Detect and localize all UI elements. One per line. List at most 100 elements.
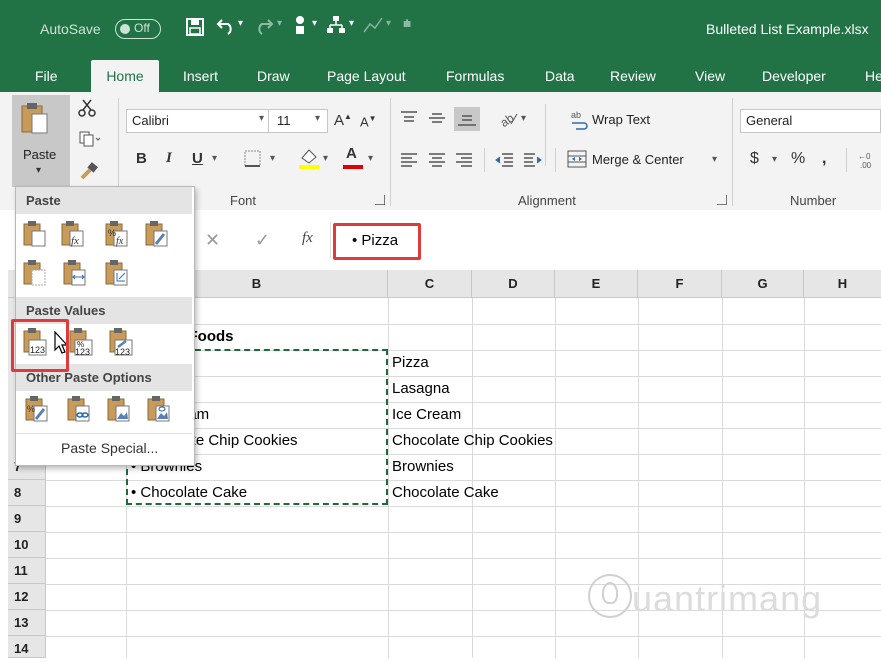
paste-picture-icon[interactable]: [106, 395, 132, 423]
fill-color-icon[interactable]: [298, 146, 320, 170]
font-size-select[interactable]: 11 ▾: [268, 109, 328, 133]
tab-draw[interactable]: Draw: [257, 60, 290, 92]
touch-mode-icon[interactable]: [290, 14, 310, 36]
cell-c6[interactable]: Chocolate Chip Cookies: [392, 428, 553, 454]
middle-align-icon[interactable]: [428, 110, 446, 126]
orientation-dropdown-icon[interactable]: ▾: [521, 113, 526, 124]
cell-c8[interactable]: Chocolate Cake: [392, 480, 499, 506]
align-left-icon[interactable]: [400, 152, 418, 168]
org-chart-icon[interactable]: [325, 14, 347, 36]
paste-formulas-number-format-icon[interactable]: % fx: [104, 220, 130, 248]
row-header-13[interactable]: 13: [8, 610, 46, 636]
paste-button[interactable]: Paste ▾: [12, 95, 70, 187]
orientation-icon[interactable]: ab: [497, 108, 519, 130]
cut-icon[interactable]: [76, 98, 98, 118]
redo-icon[interactable]: [252, 16, 274, 36]
paste-linked-picture-icon[interactable]: [146, 395, 172, 423]
cell-c4[interactable]: Lasagna: [392, 376, 450, 402]
save-icon[interactable]: [186, 18, 204, 36]
org-dropdown-icon[interactable]: ▾: [349, 18, 354, 29]
number-format-select[interactable]: General: [740, 109, 881, 133]
underline-dropdown-icon[interactable]: ▾: [212, 153, 217, 164]
keep-source-formatting-icon[interactable]: [144, 220, 170, 248]
bottom-align-icon[interactable]: [454, 107, 480, 131]
paste-special-item[interactable]: Paste Special...: [61, 440, 158, 456]
tab-page-layout[interactable]: Page Layout: [327, 60, 406, 92]
undo-icon[interactable]: [216, 16, 238, 36]
format-painter-icon[interactable]: [78, 160, 100, 182]
tab-developer[interactable]: Developer: [762, 60, 826, 92]
row-header-9[interactable]: 9: [8, 506, 46, 532]
italic-icon[interactable]: I: [166, 150, 172, 167]
merge-center-label[interactable]: Merge & Center: [592, 152, 684, 167]
paste-formulas-icon[interactable]: fx: [60, 220, 86, 248]
decrease-font-size-icon[interactable]: A▼: [360, 114, 377, 129]
insert-function-icon[interactable]: fx: [302, 230, 313, 247]
cancel-icon[interactable]: ✕: [205, 230, 220, 251]
tab-file[interactable]: File: [35, 60, 58, 92]
increase-font-size-icon[interactable]: A▲: [334, 112, 352, 129]
currency-icon[interactable]: $: [750, 150, 759, 168]
row-header-11[interactable]: 11: [8, 558, 46, 584]
font-name-select[interactable]: Calibri ▾: [126, 109, 270, 133]
row-header-10[interactable]: 10: [8, 532, 46, 558]
top-align-icon[interactable]: [400, 110, 418, 126]
undo-dropdown-icon[interactable]: ▾: [238, 18, 243, 29]
currency-dropdown-icon[interactable]: ▾: [772, 154, 777, 165]
comma-style-icon[interactable]: ,: [822, 150, 826, 168]
tab-data[interactable]: Data: [545, 60, 575, 92]
cell-c7[interactable]: Brownies: [392, 454, 454, 480]
wrap-text-icon[interactable]: ab: [570, 109, 588, 131]
tab-view[interactable]: View: [695, 60, 725, 92]
row-header-12[interactable]: 12: [8, 584, 46, 610]
font-dialog-launcher[interactable]: [375, 195, 385, 205]
row-header-8[interactable]: 8: [8, 480, 46, 506]
cell-c5[interactable]: Ice Cream: [392, 402, 461, 428]
wrap-text-label[interactable]: Wrap Text: [592, 112, 650, 127]
bold-icon[interactable]: B: [136, 150, 147, 167]
merge-center-icon[interactable]: [567, 150, 587, 168]
customize-qat-icon[interactable]: ⩧: [403, 15, 411, 32]
borders-dropdown-icon[interactable]: ▾: [270, 153, 275, 164]
column-header-c[interactable]: C: [388, 270, 472, 298]
borders-icon[interactable]: [244, 150, 262, 168]
copy-icon[interactable]: [78, 130, 102, 148]
enter-icon[interactable]: ✓: [255, 230, 270, 251]
paste-link-icon[interactable]: [66, 395, 92, 423]
cell-c3[interactable]: Pizza: [392, 350, 429, 376]
percent-icon[interactable]: %: [791, 150, 805, 168]
column-header-d[interactable]: D: [472, 270, 555, 298]
tab-review[interactable]: Review: [610, 60, 656, 92]
column-header-g[interactable]: G: [722, 270, 804, 298]
fill-color-dropdown-icon[interactable]: ▾: [323, 153, 328, 164]
increase-decimal-icon[interactable]: ←0.00: [858, 150, 878, 170]
paste-formatting-icon[interactable]: %: [24, 395, 50, 423]
touch-dropdown-icon[interactable]: ▾: [312, 18, 317, 29]
increase-indent-icon[interactable]: [523, 152, 543, 168]
alignment-dialog-launcher[interactable]: [717, 195, 727, 205]
font-color-dropdown-icon[interactable]: ▾: [368, 153, 373, 164]
tab-insert[interactable]: Insert: [183, 60, 218, 92]
align-right-icon[interactable]: [455, 152, 473, 168]
chart-icon[interactable]: [362, 14, 384, 36]
column-header-e[interactable]: E: [555, 270, 638, 298]
autosave-toggle[interactable]: Off: [115, 19, 161, 39]
font-color-icon[interactable]: A: [342, 145, 364, 170]
merge-dropdown-icon[interactable]: ▾: [712, 154, 717, 165]
no-borders-icon[interactable]: [22, 259, 48, 287]
underline-icon[interactable]: U: [192, 150, 203, 167]
column-header-f[interactable]: F: [638, 270, 722, 298]
keep-column-widths-icon[interactable]: [62, 259, 88, 287]
tab-help[interactable]: He: [865, 60, 881, 92]
column-header-h[interactable]: H: [804, 270, 881, 298]
transpose-icon[interactable]: [104, 259, 130, 287]
decrease-indent-icon[interactable]: [494, 152, 514, 168]
redo-dropdown-icon[interactable]: ▾: [277, 18, 282, 29]
paste-values-number-format-icon[interactable]: % 123: [68, 327, 94, 357]
row-header-14[interactable]: 14: [8, 636, 46, 658]
paste-values-source-format-icon[interactable]: 123: [108, 327, 134, 357]
chart-dropdown-icon[interactable]: ▾: [386, 18, 391, 29]
tab-formulas[interactable]: Formulas: [446, 60, 504, 92]
paste-icon[interactable]: [22, 220, 48, 248]
align-center-icon[interactable]: [428, 152, 446, 168]
